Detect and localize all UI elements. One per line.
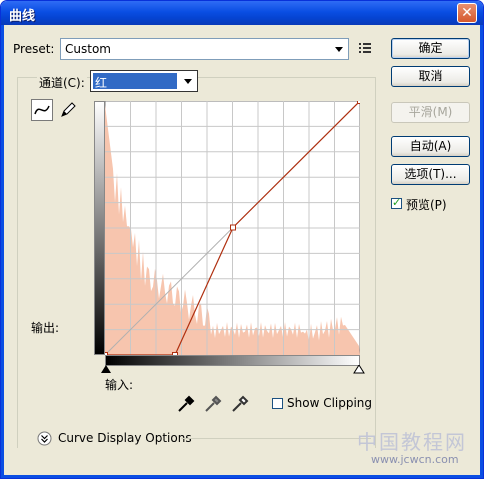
close-icon: ✕	[461, 5, 473, 21]
curve-graph[interactable]	[105, 101, 360, 355]
curve-control-point[interactable]	[230, 224, 236, 231]
preset-select[interactable]: Custom	[60, 38, 349, 60]
options-button[interactable]: 选项(T)...	[391, 164, 470, 185]
output-gradient-bar	[94, 101, 105, 355]
curve-point-icon	[34, 105, 50, 115]
channel-select[interactable]: 红	[90, 70, 198, 92]
channel-value: 红	[95, 76, 108, 90]
white-eyedropper-icon[interactable]	[231, 395, 249, 413]
group-border-right	[375, 77, 376, 448]
show-clipping-checkbox[interactable]	[272, 398, 283, 409]
curve-tool-button[interactable]	[31, 99, 53, 121]
group-border-left	[17, 77, 18, 448]
options-separator	[181, 438, 371, 439]
chevron-down-icon[interactable]	[179, 72, 196, 90]
window-frame-right	[480, 25, 483, 478]
show-clipping-label: Show Clipping	[287, 396, 373, 410]
preview-label: 预览(P)	[406, 198, 447, 212]
output-label: 输出:	[31, 321, 60, 335]
window-title: 曲线	[9, 9, 36, 24]
input-label: 输入:	[105, 378, 134, 392]
black-point-slider-icon[interactable]	[100, 365, 112, 374]
auto-button[interactable]: 自动(A)	[391, 136, 470, 157]
pencil-icon[interactable]	[58, 100, 78, 120]
ok-button[interactable]: 确定	[391, 38, 470, 59]
preview-checkbox[interactable]	[391, 196, 402, 209]
preset-value: Custom	[65, 42, 111, 56]
gray-eyedropper-icon[interactable]	[204, 395, 222, 413]
window-frame-left	[1, 25, 4, 478]
curve-control-point[interactable]	[357, 101, 361, 104]
smooth-button[interactable]: 平滑(M)	[391, 102, 470, 123]
watermark-url: www.jcwcn.com	[371, 453, 459, 466]
preset-label: Preset:	[13, 42, 55, 56]
curves-dialog: 曲线 ✕ Preset: Custom 通道(C): 红 输出: 输入: Sho…	[0, 0, 484, 479]
window-frame-bottom	[1, 475, 483, 478]
expand-chevron-icon[interactable]	[37, 431, 52, 446]
cancel-button[interactable]: 取消	[391, 66, 470, 87]
title-bar[interactable]: 曲线 ✕	[1, 1, 483, 25]
input-gradient-bar	[105, 355, 360, 366]
watermark-text: 中国教程网	[357, 430, 467, 454]
chevron-down-icon[interactable]	[330, 40, 347, 58]
white-point-slider-icon[interactable]	[353, 365, 365, 374]
black-eyedropper-icon[interactable]	[177, 395, 195, 413]
preset-options-icon[interactable]	[358, 41, 374, 55]
channel-label: 通道(C):	[37, 74, 87, 91]
curve-display-options-label[interactable]: Curve Display Options	[58, 431, 192, 445]
close-button[interactable]: ✕	[457, 3, 477, 23]
